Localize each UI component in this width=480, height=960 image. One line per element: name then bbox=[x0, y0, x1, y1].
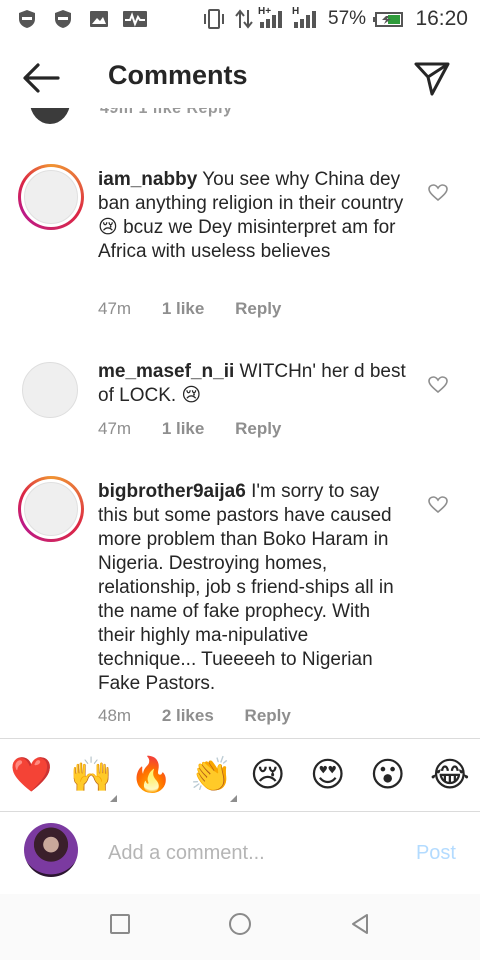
system-nav-bar bbox=[0, 894, 480, 960]
crying-emoji-button[interactable]: 😢 bbox=[250, 755, 285, 795]
comment-time: 47m bbox=[98, 299, 132, 318]
heart-icon[interactable] bbox=[428, 184, 448, 202]
heart-eyes-emoji-button[interactable]: 😍 bbox=[310, 755, 345, 795]
heart-emoji-button[interactable]: ❤️ bbox=[10, 755, 52, 795]
avatar bbox=[24, 823, 78, 877]
shield-icon bbox=[55, 10, 71, 28]
signal-icon bbox=[294, 11, 316, 28]
reply-button[interactable]: Reply bbox=[235, 419, 281, 438]
laughing-emoji-button[interactable]: 😂 bbox=[430, 755, 470, 795]
comment-composer: Post bbox=[0, 812, 480, 894]
comment-time: 48m bbox=[98, 706, 132, 725]
avatar bbox=[30, 108, 70, 124]
comment-meta: 48m 2 likes Reply bbox=[98, 706, 317, 726]
vibrate-icon bbox=[204, 9, 224, 29]
page-title: Comments bbox=[108, 60, 248, 90]
comment-content: I'm sorry to say this but some pastors h… bbox=[98, 481, 394, 694]
previous-comment-clipped: 49m 1 like Reply bbox=[0, 108, 480, 128]
comment-meta: 47m 1 like Reply bbox=[98, 299, 307, 319]
emoji-quick-bar: ❤️ 🙌 🔥 👏 😢 😍 😮 😂 bbox=[0, 738, 480, 812]
reply-button[interactable]: Reply bbox=[235, 299, 281, 318]
heart-icon[interactable] bbox=[428, 496, 448, 514]
comment-time: 47m bbox=[98, 419, 132, 438]
avatar[interactable] bbox=[18, 164, 84, 230]
battery-charging-icon bbox=[373, 12, 403, 27]
avatar[interactable] bbox=[18, 476, 84, 542]
like-count[interactable]: 2 likes bbox=[162, 706, 214, 725]
reply-button[interactable]: Reply bbox=[245, 706, 291, 725]
comment-text: bigbrother9aija6 I'm sorry to say this b… bbox=[98, 480, 408, 696]
heart-icon[interactable] bbox=[428, 376, 448, 394]
comment-meta: 47m 1 like Reply bbox=[98, 419, 307, 439]
image-icon bbox=[90, 11, 108, 27]
comment-text: me_masef_n_ii WITCHn' her d best of LOCK… bbox=[98, 360, 408, 408]
comment-username[interactable]: iam_nabby bbox=[98, 169, 197, 190]
fire-emoji-button[interactable]: 🔥 bbox=[130, 755, 172, 795]
shield-icon bbox=[19, 10, 35, 28]
header: Comments bbox=[0, 38, 480, 118]
battery-percent: 57% bbox=[328, 8, 367, 29]
arrow-left-icon[interactable] bbox=[20, 60, 64, 96]
clapping-emoji-button[interactable]: 👏 bbox=[190, 755, 232, 795]
like-count[interactable]: 1 like bbox=[162, 419, 205, 438]
comment-username[interactable]: me_masef_n_ii bbox=[98, 361, 234, 382]
home-icon[interactable] bbox=[229, 913, 251, 935]
skin-tone-corner-icon bbox=[110, 795, 117, 802]
skin-tone-corner-icon bbox=[230, 795, 237, 802]
comment-input[interactable] bbox=[108, 840, 388, 866]
signal-icon bbox=[260, 11, 282, 28]
surprised-emoji-button[interactable]: 😮 bbox=[370, 755, 405, 795]
back-triangle-icon[interactable] bbox=[350, 912, 370, 936]
activity-icon bbox=[123, 11, 147, 27]
post-button[interactable]: Post bbox=[416, 842, 456, 865]
comment-meta: 49m 1 like Reply bbox=[100, 108, 233, 117]
paper-plane-icon[interactable] bbox=[412, 58, 452, 98]
status-bar: H+ H 57% 16:20 bbox=[0, 0, 480, 38]
recent-apps-icon[interactable] bbox=[110, 914, 130, 934]
comment-text: iam_nabby You see why China dey ban anyt… bbox=[98, 168, 408, 264]
raised-hands-emoji-button[interactable]: 🙌 bbox=[70, 755, 112, 795]
like-count[interactable]: 1 like bbox=[162, 299, 205, 318]
data-transfer-icon bbox=[235, 9, 253, 29]
avatar[interactable] bbox=[22, 362, 78, 418]
clock: 16:20 bbox=[415, 7, 468, 30]
comment-username[interactable]: bigbrother9aija6 bbox=[98, 481, 246, 502]
